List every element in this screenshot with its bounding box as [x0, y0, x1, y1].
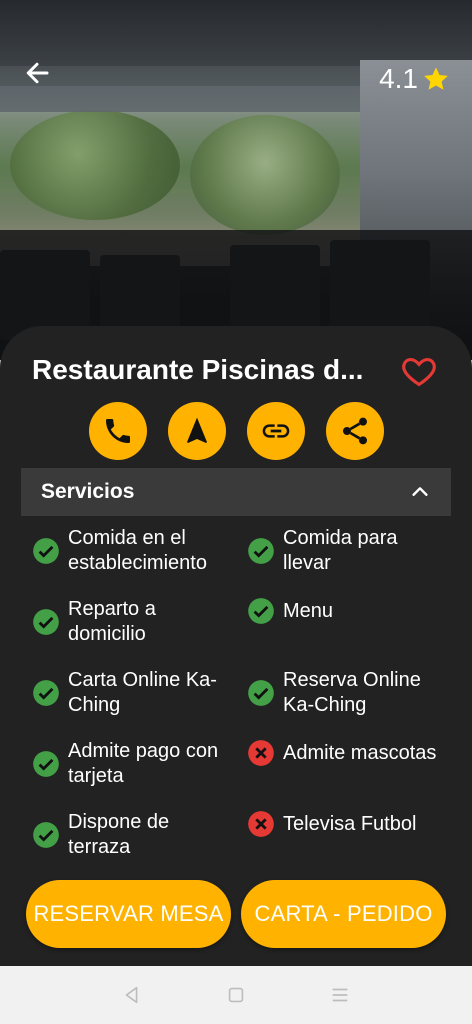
service-label: Admite pago con tarjeta: [68, 740, 219, 787]
services-section-header[interactable]: Servicios: [21, 468, 451, 516]
service-item: Admite pago con tarjeta: [32, 739, 232, 789]
rating: 4.1: [379, 62, 450, 96]
navigate-icon: [187, 417, 207, 443]
check-circle-icon: [33, 822, 59, 848]
service-label: Reserva Online Ka-Ching: [283, 669, 421, 716]
check-circle-icon: [33, 538, 59, 564]
share-button[interactable]: [326, 402, 384, 460]
nav-menu-icon[interactable]: [329, 984, 351, 1006]
service-label: Reparto a domicilio: [68, 598, 156, 645]
website-link-button[interactable]: [247, 402, 305, 460]
check-circle-icon: [248, 598, 274, 624]
service-label: Admite mascotas: [283, 741, 437, 764]
service-label: Menu: [283, 599, 334, 622]
link-icon: [262, 424, 290, 438]
menu-order-label: CARTA - PEDIDO: [254, 901, 433, 926]
service-item: Reserva Online Ka-Ching: [247, 668, 447, 718]
reserve-table-label: RESERVAR MESA: [33, 901, 224, 926]
check-circle-icon: [33, 680, 59, 706]
service-item: Dispone de terraza: [32, 810, 232, 860]
favorite-heart-icon[interactable]: [400, 352, 438, 390]
service-item: Comida para llevar: [247, 526, 447, 576]
rating-value: 4.1: [379, 63, 418, 94]
service-item: Comida en el establecimiento: [32, 526, 232, 576]
directions-button[interactable]: [168, 402, 226, 460]
restaurant-photo: [0, 0, 472, 360]
service-item: Televisa Futbol: [247, 810, 447, 838]
cross-circle-icon: [248, 811, 274, 837]
service-item: Reparto a domicilio: [32, 597, 232, 647]
restaurant-name: Restaurante Piscinas d...: [32, 354, 364, 385]
phone-icon: [106, 419, 130, 443]
service-label: Carta Online Ka-Ching: [68, 669, 217, 716]
check-circle-icon: [33, 609, 59, 635]
service-label: Dispone de terraza: [68, 811, 170, 858]
section-title: Servicios: [41, 480, 135, 503]
service-label: Comida en el establecimiento: [68, 527, 207, 574]
service-item: Menu: [247, 597, 447, 625]
check-circle-icon: [248, 538, 274, 564]
check-circle-icon: [33, 751, 59, 777]
back-arrow-icon[interactable]: [22, 58, 52, 88]
star-icon: [424, 67, 448, 90]
menu-order-button[interactable]: CARTA - PEDIDO: [241, 880, 446, 948]
service-label: Comida para llevar: [283, 527, 398, 574]
cross-circle-icon: [248, 740, 274, 766]
chevron-up-icon[interactable]: [409, 481, 431, 503]
share-icon: [343, 417, 367, 445]
call-button[interactable]: [89, 402, 147, 460]
nav-home-icon[interactable]: [225, 984, 247, 1006]
check-circle-icon: [248, 680, 274, 706]
reserve-table-button[interactable]: RESERVAR MESA: [26, 880, 231, 948]
system-nav-bar: [0, 966, 472, 1024]
service-item: Carta Online Ka-Ching: [32, 668, 232, 718]
service-item: Admite mascotas: [247, 739, 447, 767]
service-label: Televisa Futbol: [283, 812, 417, 835]
nav-back-icon[interactable]: [121, 984, 143, 1006]
